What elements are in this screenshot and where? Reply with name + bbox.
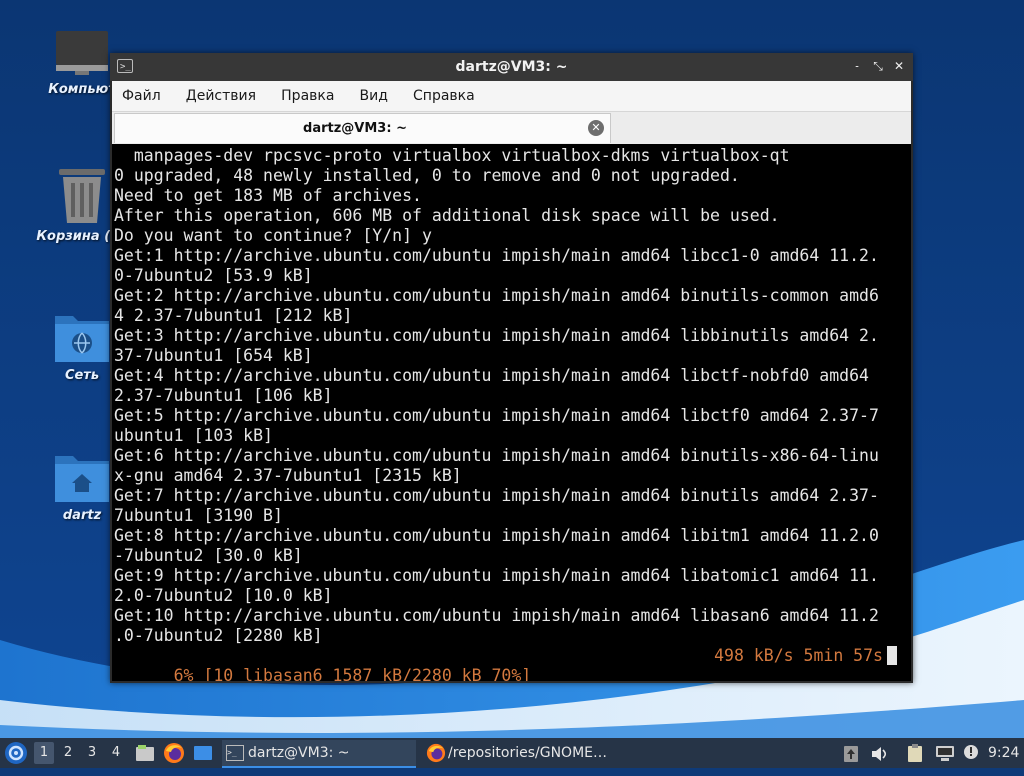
tray-clipboard[interactable] [906,743,924,763]
taskbar: 1 2 3 4 >_ dartz@VM3: ~ /repositories/GNO… [0,738,1024,768]
quicklaunch-desktop[interactable] [192,742,214,764]
tab-close-icon[interactable]: ✕ [588,120,604,136]
clipboard-icon [908,744,922,762]
network-icon [936,746,954,761]
trash-icon [59,169,105,223]
terminal-window: >_ dartz@VM3: ~ ˗ ⤡ ✕ Файл Действия Прав… [110,53,913,683]
window-titlebar[interactable]: >_ dartz@VM3: ~ ˗ ⤡ ✕ [110,53,913,81]
progress-rate: 498 kB/s 5min 57s [714,646,883,665]
tray-network[interactable] [934,743,956,763]
show-desktop-icon [194,746,212,760]
tray-notifications[interactable] [962,743,980,763]
task-firefox[interactable]: /repositories/GNOME… [422,740,622,766]
task-label: dartz@VM3: ~ [248,745,350,761]
tab-title: dartz@VM3: ~ [303,121,407,136]
workspace-2[interactable]: 2 [58,742,78,764]
firefox-icon [426,743,446,763]
app-menu-button[interactable] [4,741,28,765]
terminal-tab[interactable]: dartz@VM3: ~ ✕ [114,113,611,143]
terminal-output[interactable]: manpages-dev rpcsvc-proto virtualbox vir… [112,144,911,681]
terminal-icon: >_ [226,745,244,761]
menu-view[interactable]: Вид [350,81,398,111]
window-title: dartz@VM3: ~ [455,59,568,75]
workspace-4[interactable]: 4 [106,742,126,764]
close-button[interactable]: ✕ [890,57,908,75]
firefox-icon [164,743,184,763]
notification-icon [964,745,978,759]
menu-bar: Файл Действия Правка Вид Справка [112,81,911,112]
quicklaunch-files[interactable] [134,742,156,764]
menu-edit[interactable]: Правка [271,81,344,111]
lubuntu-logo-icon [5,742,27,764]
task-label: /repositories/GNOME… [448,745,608,761]
quicklaunch-firefox[interactable] [163,742,185,764]
tab-bar: dartz@VM3: ~ ✕ [112,112,911,144]
terminal-text: manpages-dev rpcsvc-proto virtualbox vir… [114,146,879,645]
terminal-cursor [887,646,897,665]
menu-help[interactable]: Справка [403,81,485,111]
maximize-button[interactable]: ⤡ [869,57,887,75]
home-folder-icon [55,456,109,502]
workspace-3[interactable]: 3 [82,742,102,764]
tray-updates[interactable] [843,744,859,762]
menu-actions[interactable]: Действия [176,81,266,111]
network-folder-icon [55,316,109,362]
volume-icon [872,747,887,761]
computer-icon [56,31,108,75]
apt-progress-line: 6% [10 libasan6 1587 kB/2280 kB 70%] 498… [114,646,909,681]
clock[interactable]: 9:24 [988,738,1019,768]
task-terminal[interactable]: >_ dartz@VM3: ~ [222,740,416,768]
tray-volume[interactable] [870,744,890,762]
update-notifier-icon [844,746,858,762]
workspace-1[interactable]: 1 [34,742,54,764]
minimize-button[interactable]: ˗ [848,57,866,75]
menu-file[interactable]: Файл [112,81,171,111]
file-manager-icon [136,745,154,761]
progress-status: 6% [10 libasan6 1587 kB/2280 kB 70%] [173,666,532,681]
